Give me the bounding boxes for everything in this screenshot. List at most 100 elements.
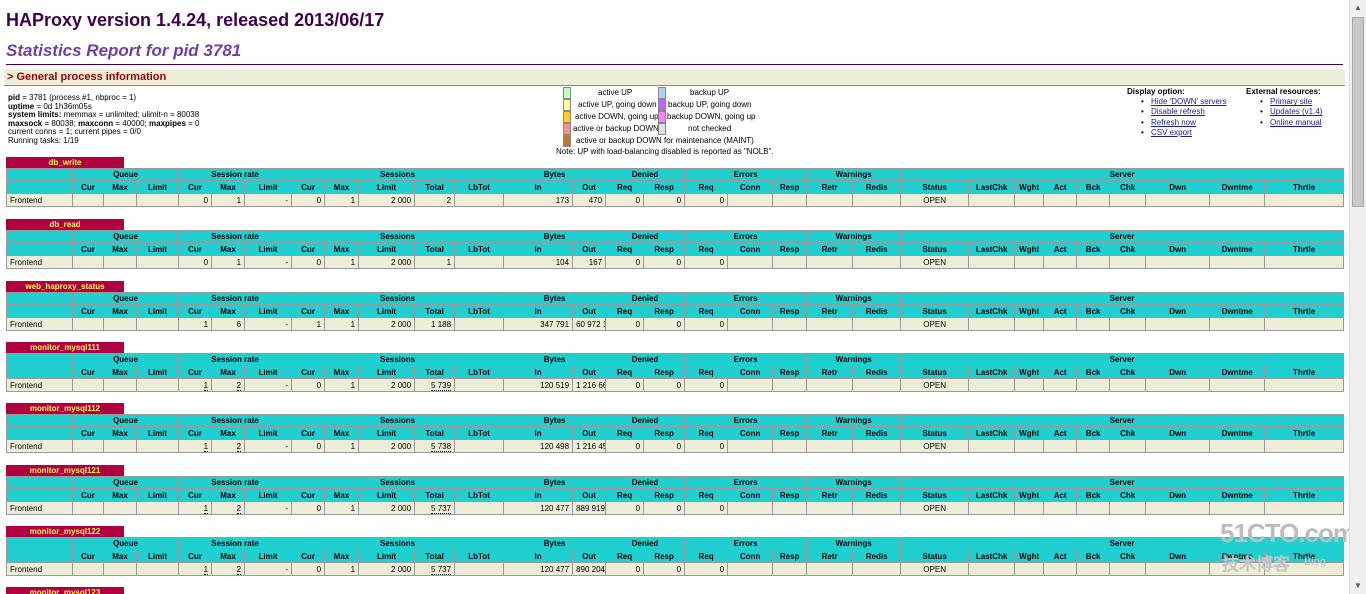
table-cell: 0 [178,255,213,269]
cell-sr-max[interactable]: 1 [237,196,241,205]
proxy-name[interactable]: monitor_mysql121 [6,465,124,476]
csv-export-link[interactable]: CSV export [1151,128,1192,137]
cell-sr-cur[interactable]: 1 [203,441,209,452]
column-header: Limit [244,242,293,256]
cell-s-cur: 0 [316,503,322,513]
cell-sr-cur[interactable]: 0 [204,196,208,205]
column-header: Redis [852,304,902,318]
header-blank-cell [6,488,73,502]
table-cell [135,317,180,331]
scroll-down-arrow-icon[interactable]: ▼ [1350,578,1366,594]
cell-sr-max[interactable]: 2 [236,503,242,514]
column-header: Limit [244,488,293,502]
proxy-name[interactable]: monitor_mysql122 [6,526,124,537]
table-cell [1264,193,1344,207]
table-cell [72,562,104,576]
cell-s-lim: 2 000 [391,195,412,205]
table-cell [454,439,505,453]
cell-sr-max[interactable]: 2 [236,564,242,575]
table-cell: 1 [414,255,456,269]
table-cell [727,562,774,576]
column-header: Req [684,304,729,318]
proxy-name[interactable]: web_haproxy_status [6,281,124,292]
table-cell [1109,317,1147,331]
column-header: Status [900,304,970,318]
column-header: Dwn [1145,180,1211,194]
proxy-name[interactable]: db_read [6,219,124,230]
cell-status: OPEN [923,564,946,574]
column-header: Status [900,488,970,502]
hide-down-servers-link[interactable]: Hide 'DOWN' servers [1151,97,1227,106]
table-cell: OPEN [900,439,970,453]
proxy-name[interactable]: monitor_mysql111 [6,342,124,353]
cell-e-req: 0 [719,503,725,513]
cell-sr-max[interactable]: 6 [237,320,241,329]
column-header: Act [1043,180,1078,194]
cell-sr-cur[interactable]: 0 [204,258,208,267]
cell-s-max: 1 [350,257,356,267]
cell-s-tot[interactable]: 5 737 [431,564,452,575]
column-header: Bck [1076,549,1111,563]
table-cell [1109,562,1147,576]
header-blank-cell [6,414,73,427]
cell-sr-max[interactable]: 2 [236,380,242,391]
column-header: Max [211,549,246,563]
primary-site-link[interactable]: Primary site [1270,97,1312,106]
column-header: LbTot [454,549,505,563]
column-header: LastChk [968,549,1016,563]
table-cell: 889 919 [572,501,607,515]
proxy-name[interactable]: monitor_mysql123 [6,587,124,594]
table-cell: 2 000 [358,255,416,269]
online-manual-link[interactable]: Online manual [1270,118,1322,127]
proxy-name[interactable]: monitor_mysql112 [6,403,124,414]
cell-sr-max[interactable]: 1 [237,258,241,267]
cell-s-tot[interactable]: 1 188 [431,320,451,329]
table-cell [1043,193,1078,207]
cell-sr-cur[interactable]: 1 [204,320,208,329]
scrollbar-thumb[interactable] [1352,17,1364,207]
column-header: Cur [178,488,213,502]
cell-sr-cur[interactable]: 1 [203,564,209,575]
cell-sr-cur[interactable]: 1 [203,380,209,391]
cell-sr-cur[interactable]: 1 [203,503,209,514]
cell-s-tot[interactable]: 5 739 [431,380,452,391]
column-header: Cur [72,365,104,379]
group-header: Sessions [291,168,505,181]
column-header: Status [900,549,970,563]
cell-s-tot[interactable]: 1 [447,258,451,267]
group-header: Queue [71,292,180,305]
table-cell [806,501,854,515]
cell-s-tot[interactable]: 2 [447,196,451,205]
cell-s-tot[interactable]: 5 737 [431,503,452,514]
column-header: Thrtle [1264,488,1344,502]
table-cell [1076,501,1111,515]
column-header: Retr [806,426,854,440]
column-header: Out [572,180,607,194]
table-cell: - [244,255,293,269]
proxy-name[interactable]: db_write [6,157,124,168]
table-cell: - [244,562,293,576]
column-header: Max [324,488,360,502]
column-header: Max [103,549,137,563]
column-header: Limit [358,426,416,440]
cell-sr-max[interactable]: 2 [236,441,242,452]
disable-refresh-link[interactable]: Disable refresh [1151,107,1205,116]
table-cell [772,439,808,453]
proxy-stats-table: Queue Session rate Sessions Bytes Denied Erro… [6,230,1344,269]
table-cell [103,562,137,576]
cell-b-out: 60 972 166 [576,319,605,329]
refresh-now-link[interactable]: Refresh now [1151,118,1196,127]
cell-s-tot[interactable]: 5 738 [431,441,452,452]
running-tasks: Running tasks: 1/19 [8,135,79,145]
column-header: Resp [772,304,808,318]
column-header: Retr [806,304,854,318]
column-header: In [503,488,574,502]
vertical-scrollbar[interactable]: ▲ ▼ [1349,0,1366,594]
column-header: In [503,365,574,379]
frontend-row: Frontend 1 6 - 1 1 2 000 1 188 347 791 60 972 166… [6,317,1344,331]
cell-d-req: 0 [635,257,641,267]
updates-link[interactable]: Updates (v1.4) [1270,107,1322,116]
table-cell [103,317,137,331]
scroll-up-arrow-icon[interactable]: ▲ [1350,0,1366,16]
column-header: Total [414,304,456,318]
